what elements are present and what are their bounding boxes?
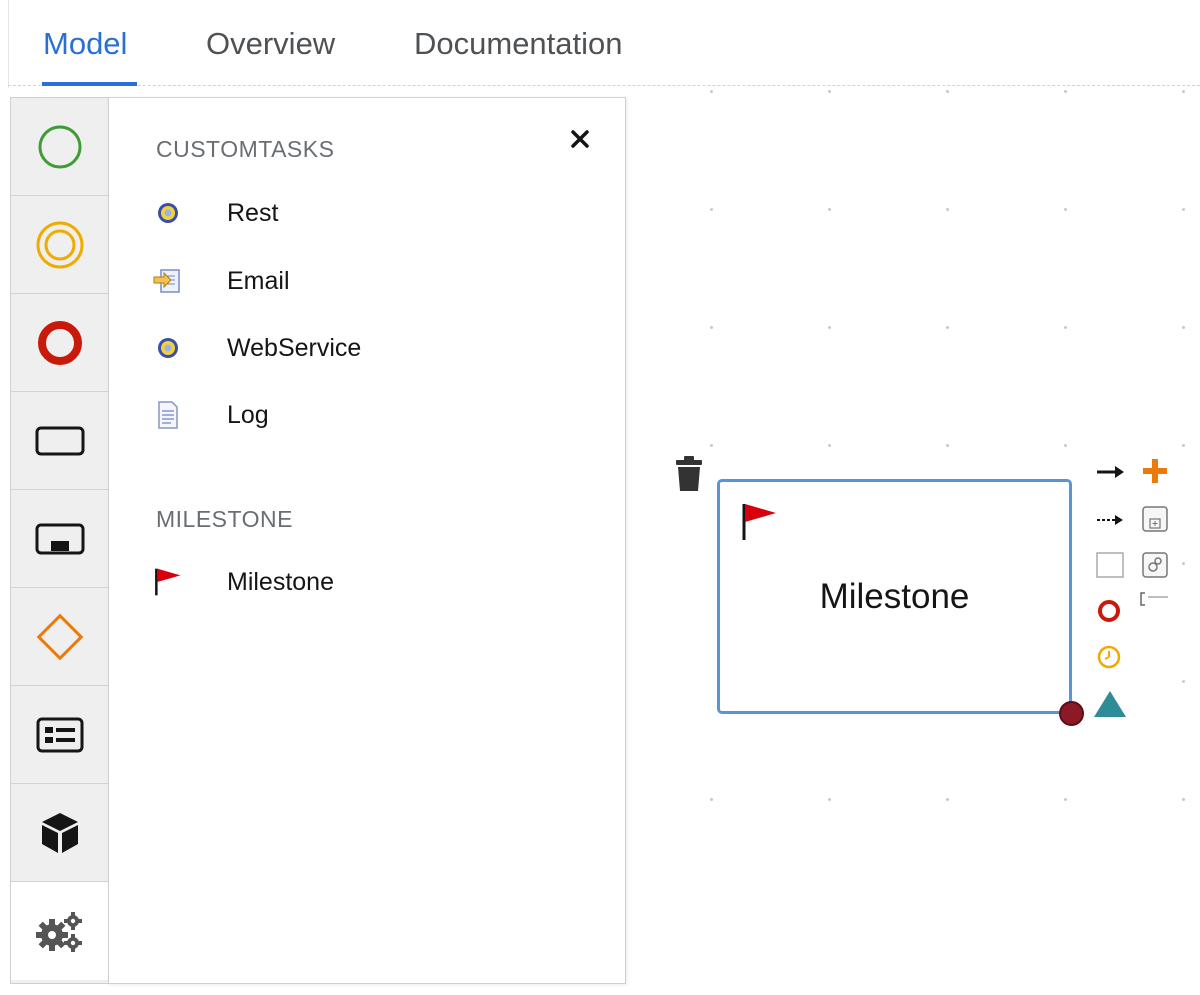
timer-event-icon[interactable]	[1094, 642, 1124, 672]
palette-item-rest[interactable]: Rest	[153, 192, 278, 234]
start-events-button[interactable]	[11, 98, 109, 196]
grid-dot	[946, 90, 949, 93]
shape-palette	[10, 97, 109, 984]
grid-dot	[710, 208, 713, 211]
text-annotation-icon[interactable]	[1138, 590, 1172, 608]
intermediate-event-icon	[36, 221, 84, 268]
end-event-icon[interactable]	[1094, 596, 1124, 626]
resize-handle[interactable]	[1059, 701, 1084, 726]
close-icon[interactable]	[565, 124, 595, 154]
gateway-icon	[36, 613, 84, 660]
gateways-button[interactable]	[11, 588, 109, 686]
grid-dot	[1064, 798, 1067, 801]
log-document-icon	[153, 400, 183, 430]
signal-event-icon[interactable]	[1092, 688, 1128, 720]
tasks-button[interactable]	[11, 392, 109, 490]
palette-item-label: Log	[227, 400, 269, 429]
grid-dot	[1182, 680, 1185, 683]
grid-dot	[1182, 444, 1185, 447]
section-title-milestone: MILESTONE	[156, 506, 293, 532]
grid-dot	[710, 444, 713, 447]
grid-dot	[710, 90, 713, 93]
containers-button[interactable]	[11, 686, 109, 784]
grid-dot	[710, 326, 713, 329]
palette-item-label: Email	[227, 266, 290, 295]
grid-dot	[1182, 90, 1185, 93]
grid-dot	[946, 444, 949, 447]
palette-item-webservice[interactable]: WebService	[153, 327, 361, 369]
container-icon	[36, 717, 84, 752]
section-title-customtasks: CUSTOMTASKS	[156, 136, 335, 162]
grid-dot	[1064, 208, 1067, 211]
webservice-gear-icon	[153, 333, 183, 363]
grid-dot	[1182, 798, 1185, 801]
grid-dot	[828, 326, 831, 329]
grid-dot	[710, 798, 713, 801]
red-flag-icon	[153, 567, 183, 597]
grid-dot	[1182, 562, 1185, 565]
grid-dot	[828, 798, 831, 801]
grid-dot	[828, 444, 831, 447]
end-event-icon	[38, 320, 82, 365]
grid-dot	[1182, 326, 1185, 329]
association-icon[interactable]	[1095, 508, 1125, 532]
grid-dot	[828, 90, 831, 93]
gears-icon	[36, 912, 82, 952]
grid-dot	[946, 208, 949, 211]
sequence-flow-icon[interactable]	[1095, 460, 1125, 484]
delete-icon[interactable]	[673, 456, 705, 492]
grid-dot	[1064, 90, 1067, 93]
node-label: Milestone	[819, 577, 970, 616]
artifacts-button[interactable]	[11, 784, 109, 882]
grid-dot	[1064, 444, 1067, 447]
tab-documentation[interactable]: Documentation	[414, 26, 623, 62]
palette-item-log[interactable]: Log	[153, 394, 269, 436]
custom-tasks-button[interactable]	[11, 882, 109, 980]
reusable-subprocess-icon[interactable]	[1140, 550, 1170, 580]
intermediate-events-button[interactable]	[11, 196, 109, 294]
tabs-divider	[8, 85, 1200, 86]
palette-item-label: WebService	[227, 333, 362, 362]
palette-item-label: Rest	[227, 198, 279, 227]
tab-overview[interactable]: Overview	[206, 26, 335, 62]
red-flag-icon	[742, 504, 776, 540]
add-icon[interactable]	[1140, 456, 1170, 486]
grid-dot	[946, 798, 949, 801]
palette-item-milestone[interactable]: Milestone	[153, 561, 334, 603]
grid-dot	[828, 208, 831, 211]
add-subprocess-icon[interactable]	[1140, 504, 1170, 534]
end-events-button[interactable]	[11, 294, 109, 392]
task-icon	[35, 426, 85, 455]
rest-gear-icon	[153, 198, 183, 228]
subprocesses-button[interactable]	[11, 490, 109, 588]
cube-icon	[42, 812, 78, 853]
tab-model[interactable]: Model	[43, 26, 127, 62]
grid-dot	[1064, 326, 1067, 329]
task-icon[interactable]	[1094, 550, 1126, 580]
palette-item-label: Milestone	[227, 567, 334, 596]
start-event-icon	[38, 125, 82, 168]
active-tab-indicator	[42, 82, 137, 86]
palette-item-email[interactable]: Email	[153, 260, 290, 302]
milestone-node[interactable]: Milestone	[717, 479, 1072, 714]
custom-tasks-flyout: CUSTOMTASKS Rest Email WebService Log MI…	[108, 97, 626, 984]
subprocess-icon	[35, 523, 85, 554]
grid-dot	[1182, 208, 1185, 211]
grid-dot	[946, 326, 949, 329]
email-icon	[153, 266, 183, 296]
